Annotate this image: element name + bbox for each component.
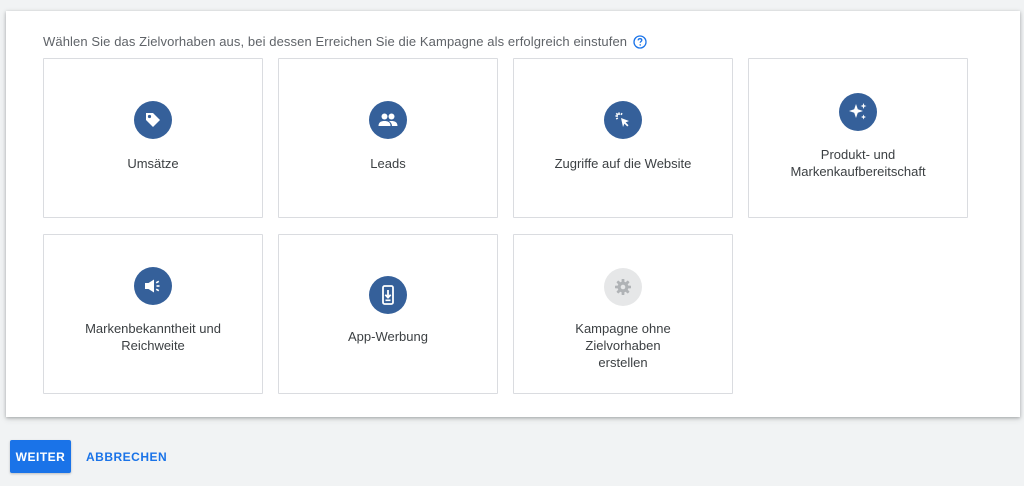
- goal-tile-purchase-consideration[interactable]: Produkt- und Markenkaufbereitschaft: [748, 58, 968, 218]
- goal-tile-no-goal[interactable]: Kampagne ohne Zielvorhaben erstellen: [513, 234, 733, 394]
- goal-tile-leads[interactable]: Leads: [278, 58, 498, 218]
- goal-tile-label: Leads: [370, 156, 406, 171]
- goal-tile-label: Markenbekanntheit und Reichweite: [85, 321, 221, 353]
- goal-tile-app-promotion[interactable]: App-Werbung: [278, 234, 498, 394]
- goal-tile-label: Produkt- und Markenkaufbereitschaft: [790, 147, 926, 179]
- help-circle-icon[interactable]: [633, 34, 647, 49]
- phone-download-icon: [369, 276, 407, 314]
- goal-tile-sales[interactable]: Umsätze: [43, 58, 263, 218]
- goal-heading: Wählen Sie das Zielvorhaben aus, bei des…: [43, 34, 647, 49]
- goal-selection-card: Wählen Sie das Zielvorhaben aus, bei des…: [6, 11, 1020, 417]
- gear-icon: [604, 268, 642, 306]
- cursor-click-icon: [604, 101, 642, 139]
- goal-tile-label: Kampagne ohne Zielvorhaben erstellen: [575, 321, 671, 370]
- megaphone-icon: [134, 267, 172, 305]
- goal-tile-label: App-Werbung: [348, 329, 428, 344]
- sparkle-icon: [839, 93, 877, 131]
- goal-tile-website-traffic[interactable]: Zugriffe auf die Website: [513, 58, 733, 218]
- tag-icon: [134, 101, 172, 139]
- cancel-button[interactable]: ABBRECHEN: [86, 450, 167, 464]
- goal-tile-brand-awareness[interactable]: Markenbekanntheit und Reichweite: [43, 234, 263, 394]
- people-icon: [369, 101, 407, 139]
- continue-button[interactable]: WEITER: [10, 440, 71, 473]
- goal-heading-text: Wählen Sie das Zielvorhaben aus, bei des…: [43, 34, 628, 49]
- goal-tile-label: Zugriffe auf die Website: [554, 156, 692, 171]
- goal-tile-label: Umsätze: [127, 156, 179, 171]
